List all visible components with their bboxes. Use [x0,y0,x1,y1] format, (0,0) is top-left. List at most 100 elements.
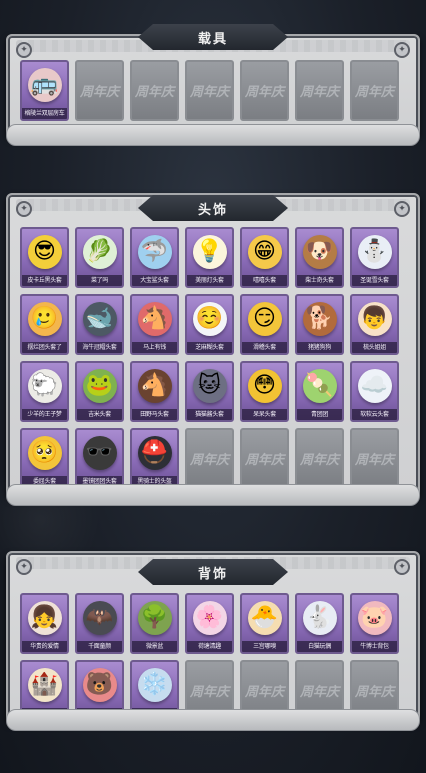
item-tile-back[interactable]: 🌳 微景盆 [130,593,179,654]
item-art-icon: 💡 [192,235,227,269]
item-tile-back[interactable]: 🐇 白猫玩偶 [295,593,344,654]
item-tile-headwear[interactable]: ⛄ 圣诞雪头套 [350,227,399,288]
item-tile-headwear[interactable]: ⛑️ 黑骑士的头盔 [130,428,179,489]
item-tile-headwear[interactable]: 🥺 委屈头套 [20,428,69,489]
empty-slot-watermark: 周年庆 [244,453,284,468]
item-tile-headwear[interactable]: 🐴 田野马头套 [130,361,179,422]
empty-slot-watermark: 周年庆 [189,453,229,468]
item-art-icon: 🐸 [82,369,117,403]
item-tile-back[interactable]: 🐣 三宫哪嗅 [240,593,289,654]
item-tile-vehicle[interactable]: 🚌 格陵兰双层房车 [20,60,69,121]
item-label: 白猫玩偶 [297,641,342,652]
item-art-icon: 🚌 [27,68,62,102]
item-art-icon: 🍡 [302,369,337,403]
item-art-icon: 🦇 [82,601,117,635]
item-label: 圣诞雪头套 [352,275,397,286]
item-tile-headwear[interactable]: 💡 美丽灯头套 [185,227,234,288]
item-tile-headwear[interactable]: 🐕 猪猪狗狗 [295,294,344,355]
item-tile-headwear[interactable]: 🐑 少羊的王子梦 [20,361,69,422]
item-label: 微景盆 [132,641,177,652]
empty-slot[interactable]: 周年庆 [295,428,344,489]
item-label: 芝麻糊头套 [187,342,232,353]
headwear-grid: 😎 皮卡丘黑头套 🥬 菜了吗 🦈 大宝鲨头套 💡 美丽灯头套 😁 嘻嘻头套 🐶 柴士奇头套 ⛄ 圣诞雪头套… [20,227,399,489]
gear-icon: ✦ [394,559,410,575]
gear-icon: ✦ [394,201,410,217]
item-art-icon: 🐇 [302,601,337,635]
item-tile-headwear[interactable]: 🐱 猫猫酱头套 [185,361,234,422]
item-label: 青团团 [297,409,342,420]
item-art-icon: 👦 [357,302,392,336]
item-art-icon: 🌸 [192,601,227,635]
empty-slot[interactable]: 周年庆 [185,60,234,121]
empty-slot[interactable]: 周年庆 [295,60,344,121]
item-tile-back[interactable]: 🌸 荷塘清趣 [185,593,234,654]
empty-slot-watermark: 周年庆 [189,85,229,100]
item-art-icon: 🐕 [302,302,337,336]
item-tile-back[interactable]: 👧 华贵的爱情 [20,593,69,654]
item-tile-headwear[interactable]: 🕶️ 墨镜团团头套 [75,428,124,489]
item-tile-headwear[interactable]: 😏 滑稽头套 [240,294,289,355]
item-tile-headwear[interactable]: 🦈 大宝鲨头套 [130,227,179,288]
empty-slot[interactable]: 周年庆 [185,428,234,489]
item-label: 摆烂团头套了 [22,342,67,353]
item-label: 软软云头套 [352,409,397,420]
gear-icon: ✦ [16,42,32,58]
item-label: 田野马头套 [132,409,177,420]
gear-icon: ✦ [16,559,32,575]
item-tile-headwear[interactable]: 🐋 海牛冠帽头套 [75,294,124,355]
item-art-icon: ⛑️ [137,436,172,470]
empty-slot-watermark: 周年庆 [134,85,174,100]
empty-slot[interactable]: 周年庆 [75,60,124,121]
empty-slot[interactable]: 周年庆 [240,428,289,489]
item-tile-headwear[interactable]: 😎 皮卡丘黑头套 [20,227,69,288]
item-art-icon: 🐻 [82,668,117,702]
item-tile-headwear[interactable]: 🐴 马上有钱 [130,294,179,355]
item-tile-headwear[interactable]: 🐶 柴士奇头套 [295,227,344,288]
item-label: 菜了吗 [77,275,122,286]
item-tile-headwear[interactable]: 🥬 菜了吗 [75,227,124,288]
item-art-icon: 😳 [247,369,282,403]
item-art-icon: 🐴 [137,302,172,336]
item-tile-headwear[interactable]: ☁️ 软软云头套 [350,361,399,422]
item-label: 猪猪狗狗 [297,342,342,353]
empty-slot-watermark: 周年庆 [354,85,394,100]
empty-slot-watermark: 周年庆 [244,85,284,100]
item-tile-headwear[interactable]: 🍡 青团团 [295,361,344,422]
empty-slot-watermark: 周年庆 [79,85,119,100]
item-tile-headwear[interactable]: 🥲 摆烂团头套了 [20,294,69,355]
item-art-icon: 🐱 [192,369,227,403]
item-label: 马上有钱 [132,342,177,353]
section-title-back: 背饰 [138,559,288,585]
item-label: 滑稽头套 [242,342,287,353]
item-tile-back[interactable]: 🦇 千面童颜 [75,593,124,654]
item-label: 荷塘清趣 [187,641,232,652]
item-tile-headwear[interactable]: ☺️ 芝麻糊头套 [185,294,234,355]
empty-slot[interactable]: 周年庆 [240,60,289,121]
item-tile-back[interactable]: 🐷 牛博士背包 [350,593,399,654]
empty-slot[interactable]: 周年庆 [130,60,179,121]
item-art-icon: 🐴 [137,369,172,403]
item-tile-headwear[interactable]: 😁 嘻嘻头套 [240,227,289,288]
item-tile-headwear[interactable]: 😳 呆呆头套 [240,361,289,422]
empty-slot-watermark: 周年庆 [299,453,339,468]
item-label: 嘻嘻头套 [242,275,287,286]
item-tile-headwear[interactable]: 🐸 吉米头套 [75,361,124,422]
item-art-icon: ☁️ [357,369,392,403]
item-label: 梳头姐姐 [352,342,397,353]
item-tile-headwear[interactable]: 👦 梳头姐姐 [350,294,399,355]
item-label: 格陵兰双层房车 [22,108,67,119]
item-art-icon: 🏰 [27,668,62,702]
item-art-icon: 🐑 [27,369,62,403]
item-art-icon: 🐷 [357,601,392,635]
item-art-icon: ⛄ [357,235,392,269]
item-art-icon: ❄️ [137,668,172,702]
empty-slot[interactable]: 周年庆 [350,60,399,121]
back-grid: 👧华贵的爱情🦇千面童颜🌳微景盆🌸荷塘清趣🐣三宫哪嗅🐇白猫玩偶🐷牛博士背包🏰晒太阳… [20,593,399,721]
section-title-headwear: 头饰 [138,195,288,221]
item-label: 三宫哪嗅 [242,641,287,652]
item-art-icon: 🥲 [27,302,62,336]
empty-slot[interactable]: 周年庆 [350,428,399,489]
item-label: 牛博士背包 [352,641,397,652]
vehicle-panel: ✦ ✦ 载具 🚌 格陵兰双层房车 周年庆 周年庆 周年庆 周年庆 周年庆 周年庆 [6,24,420,146]
back-panel: ✦ ✦ 背饰 👧 华贵的爱情 🦇 千面童颜 🌳 微景盆 🌸 荷塘清趣 🐣 三宫哪嗅 🐇 白猫玩偶 🐷 牛博… [6,551,420,731]
